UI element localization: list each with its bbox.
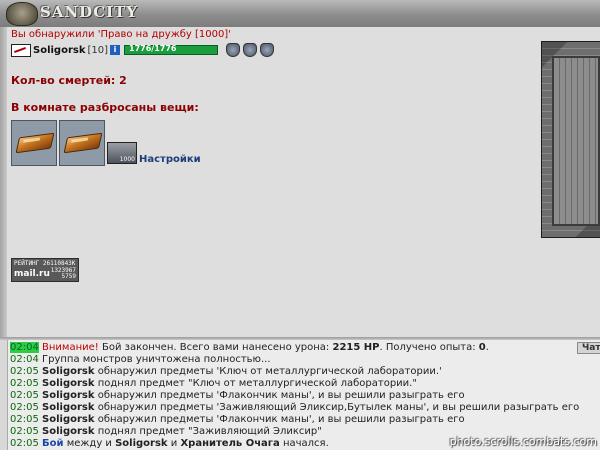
rating-number-2: 5759 bbox=[61, 273, 76, 280]
item-slot-2[interactable] bbox=[59, 120, 105, 166]
chat-warning: Внимание! bbox=[42, 342, 99, 353]
chat-player-name[interactable]: Soligorsk bbox=[115, 438, 168, 449]
scattered-items-title: В комнате разбросаны вещи: bbox=[11, 101, 199, 114]
chat-text: и bbox=[167, 438, 181, 449]
item-slot-1[interactable] bbox=[11, 120, 57, 166]
logo-text: SANDCITY bbox=[40, 3, 139, 21]
player-name[interactable]: Soligorsk bbox=[33, 45, 86, 56]
chat-text: . Получено опыта: bbox=[379, 342, 479, 353]
chat-time[interactable]: 02:05 bbox=[10, 426, 39, 437]
chat-tab[interactable]: Чат bbox=[577, 342, 600, 354]
watermark: photo.scrolls.combats.com bbox=[449, 435, 597, 448]
player-line: Soligorsk [10] i 1776/1776 bbox=[11, 43, 275, 57]
chat-player-name[interactable]: Soligorsk bbox=[42, 426, 95, 437]
ingot-icon bbox=[63, 132, 103, 154]
settings-icon-number: 1000 bbox=[119, 156, 135, 163]
settings-link[interactable]: Настройки bbox=[139, 154, 201, 165]
chat-player-name[interactable]: Soligorsk bbox=[42, 414, 95, 425]
chat-text: поднял предмет "Заживляющий Эликсир" bbox=[94, 426, 322, 437]
hp-bar: 1776/1776 bbox=[124, 44, 219, 55]
chat-time[interactable]: 02:05 bbox=[10, 414, 39, 425]
rating-numbers: 1323967 5759 bbox=[51, 268, 76, 280]
map-inner-frame bbox=[552, 56, 600, 226]
chat-time[interactable]: 02:05 bbox=[10, 438, 39, 449]
chat-time[interactable]: 02:05 bbox=[10, 366, 39, 377]
chat-fight-link[interactable]: Бой bbox=[42, 438, 64, 449]
location-map[interactable] bbox=[541, 41, 600, 238]
chat-time[interactable]: 02:05 bbox=[10, 378, 39, 389]
chat-text: начался. bbox=[279, 438, 329, 449]
chat-player-name[interactable]: Soligorsk bbox=[42, 366, 95, 377]
chat-text: обнаружил предметы 'Флакончик маны', и в… bbox=[94, 414, 465, 425]
chat-time[interactable]: 02:04 bbox=[10, 342, 39, 353]
alignment-icon bbox=[11, 43, 31, 57]
info-icon[interactable]: i bbox=[110, 45, 121, 55]
rating-title: РЕЙТИНГ 26110843K bbox=[14, 260, 76, 267]
chat-time[interactable]: 02:05 bbox=[10, 402, 39, 413]
chat-text: обнаружил предметы 'Ключ от металлургиче… bbox=[94, 366, 442, 377]
chat-player-name[interactable]: Soligorsk bbox=[42, 378, 95, 389]
chat-time[interactable]: 02:04 bbox=[10, 354, 39, 365]
top-banner: SANDCITY bbox=[0, 0, 600, 28]
rating-counter[interactable]: РЕЙТИНГ 26110843K mail.ru 1323967 5759 bbox=[11, 258, 79, 282]
chat-text: обнаружил предметы 'Заживляющий Эликсир,… bbox=[94, 402, 580, 413]
main-panel: Вы обнаружили 'Право на дружбу [1000]' S… bbox=[7, 27, 540, 337]
chat-line: 02:05 Бой между и Soligorsk и Хранитель … bbox=[10, 437, 329, 450]
chat-exp: 0 bbox=[478, 342, 486, 353]
clan-emblem-icon[interactable] bbox=[226, 43, 241, 57]
chat-player-name[interactable]: Soligorsk bbox=[42, 402, 95, 413]
chat-monster-name[interactable]: Хранитель Очага bbox=[180, 438, 279, 449]
logo-shield-icon bbox=[6, 2, 38, 26]
hp-text: 1776/1776 bbox=[129, 44, 177, 53]
chat-text: Бой закончен. Всего вами нанесено урона: bbox=[98, 342, 333, 353]
rating-brand: mail.ru bbox=[14, 269, 50, 279]
chat-text: Группа монстров уничтожена полностью... bbox=[38, 354, 271, 365]
chat-panel: Чат 02:04 Внимание! Бой закончен. Всего … bbox=[7, 340, 600, 450]
settings-icon[interactable]: 1000 bbox=[107, 142, 137, 164]
guild-emblem-icon[interactable] bbox=[260, 43, 275, 57]
chat-player-name[interactable]: Soligorsk bbox=[42, 390, 95, 401]
chat-damage: 2215 HP bbox=[332, 342, 380, 353]
shield-emblem-icon[interactable] bbox=[243, 43, 258, 57]
chat-time[interactable]: 02:05 bbox=[10, 390, 39, 401]
chat-text: поднял предмет "Ключ от металлургической… bbox=[94, 378, 417, 389]
deaths-count: Кол-во смертей: 2 bbox=[11, 74, 127, 87]
left-frame-strip bbox=[0, 27, 7, 337]
chat-text: . bbox=[485, 342, 489, 353]
ingot-icon bbox=[15, 132, 55, 154]
player-level: [10] bbox=[87, 44, 109, 56]
chat-text: между и bbox=[63, 438, 116, 449]
chat-text: обнаружил предметы 'Флакончик маны', и в… bbox=[94, 390, 465, 401]
found-notice: Вы обнаружили 'Право на дружбу [1000]' bbox=[11, 29, 231, 40]
